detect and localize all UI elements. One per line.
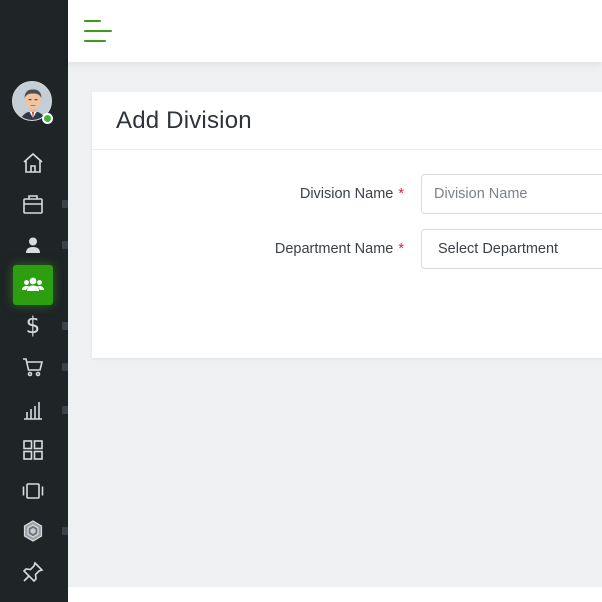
main-content: Add Division Division Name* Department N… (68, 62, 602, 587)
hamburger-icon[interactable] (84, 20, 114, 42)
page-title: Add Division (116, 106, 252, 134)
division-name-label-text: Division Name (299, 186, 394, 202)
sidebar-item-organization[interactable] (13, 265, 53, 305)
grid-icon (23, 440, 43, 460)
card-header: Add Division (92, 92, 602, 150)
sidebar-item-reports[interactable] (13, 390, 68, 430)
department-select-value: Select Department (438, 241, 559, 257)
page-footer-strip (68, 587, 602, 602)
pin-icon (22, 561, 44, 583)
division-name-input[interactable] (421, 174, 602, 214)
division-name-label: Division Name * (300, 174, 404, 214)
department-name-label: Department Name * (275, 229, 404, 269)
add-division-card: Add Division Division Name* Department N… (92, 92, 602, 358)
sidebar-item-home[interactable] (13, 143, 53, 183)
bar-chart-icon (24, 402, 42, 420)
sidebar-item-purchase[interactable] (13, 347, 68, 387)
sidebar-item-dashboard[interactable] (13, 430, 53, 470)
sidebar-item-assets[interactable] (13, 471, 53, 511)
online-status-dot (42, 113, 53, 124)
department-name-label-text: Department Name (274, 241, 394, 257)
briefcase-icon (23, 195, 43, 214)
department-select[interactable]: Select Department (421, 229, 602, 269)
user-icon (26, 237, 40, 253)
sidebar-item-employee[interactable] (13, 225, 68, 265)
hexagon-icon (23, 520, 43, 542)
department-name-row: Department Name * Select Department (92, 229, 602, 269)
dollar-icon: $ (25, 312, 41, 339)
required-asterisk: * (398, 186, 404, 202)
sidebar: $ (0, 0, 68, 602)
sidebar-item-jobs[interactable] (13, 184, 68, 224)
cart-icon (23, 358, 44, 377)
slides-icon (22, 483, 44, 499)
sidebar-item-settings[interactable] (13, 511, 68, 551)
division-name-row: Division Name * (92, 174, 602, 214)
sidebar-item-pin[interactable] (13, 552, 53, 592)
home-icon (23, 152, 43, 173)
sidebar-item-payroll[interactable]: $ (13, 306, 68, 346)
required-asterisk: * (398, 241, 404, 257)
top-bar (68, 0, 602, 62)
users-icon (22, 277, 44, 291)
